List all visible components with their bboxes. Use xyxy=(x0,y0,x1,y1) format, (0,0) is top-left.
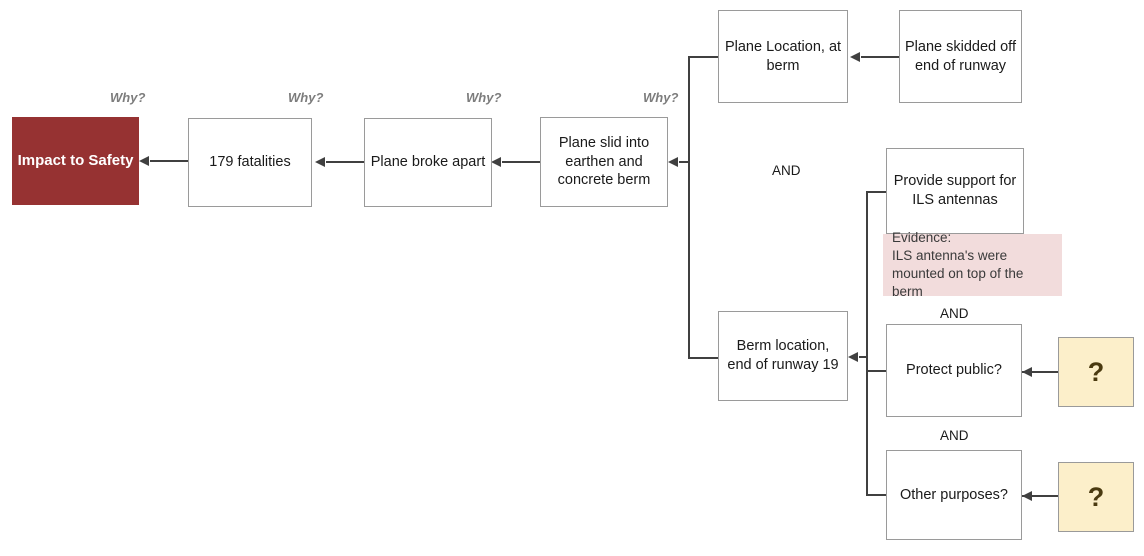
node-plane-location-at-berm-label: Plane Location, at berm xyxy=(724,38,842,74)
connector-providesupport-stub xyxy=(866,191,887,193)
node-179-fatalities[interactable]: 179 fatalities xyxy=(188,118,312,207)
node-plane-broke-apart-label: Plane broke apart xyxy=(370,154,486,171)
node-impact-to-safety[interactable]: Impact to Safety xyxy=(12,117,139,205)
node-protect-public-label: Protect public? xyxy=(906,362,1002,379)
connector-protectpublic-stub xyxy=(866,370,887,372)
node-plane-skidded-off-runway[interactable]: Plane skidded off end of runway xyxy=(899,10,1022,103)
arrowhead-to-bermlocation xyxy=(848,351,858,362)
arrowhead-to-planelocation xyxy=(850,51,860,62)
node-berm-location-runway-19-label: Berm location, end of runway 19 xyxy=(727,338,839,373)
node-other-purposes[interactable]: Other purposes? xyxy=(886,450,1022,540)
node-unknown-cause-1[interactable]: ? xyxy=(1058,337,1134,407)
arrowhead-to-otherpurposes xyxy=(1022,490,1032,501)
and-label-3: AND xyxy=(940,428,969,443)
node-unknown-cause-1-label: ? xyxy=(1087,356,1105,387)
node-berm-location-runway-19[interactable]: Berm location, end of runway 19 xyxy=(718,311,848,401)
arrowhead-to-slidberm xyxy=(668,156,678,167)
node-plane-skidded-off-runway-label: Plane skidded off end of runway xyxy=(905,38,1016,74)
why-label-2: Why? xyxy=(288,90,324,105)
connector-and-junction-left-vertical xyxy=(688,56,690,359)
connector-otherpurposes-stub xyxy=(866,494,887,496)
diagram-canvas: Why? Why? Why? Why? AND AND AND Impact t… xyxy=(0,0,1144,556)
and-label-1: AND xyxy=(772,163,801,178)
node-179-fatalities-label: 179 fatalities xyxy=(209,154,291,171)
why-label-1: Why? xyxy=(110,90,146,105)
connector-and-junction-left-to-slidberm xyxy=(679,161,690,163)
arrowhead-to-brokeapart xyxy=(491,156,501,167)
node-plane-slid-into-berm-label: Plane slid into earthen and concrete ber… xyxy=(557,135,651,189)
node-impact-to-safety-label: Impact to Safety xyxy=(17,152,134,170)
why-label-3: Why? xyxy=(466,90,502,105)
node-provide-support-ils-antennas[interactable]: Provide support for ILS antennas xyxy=(886,148,1024,234)
node-other-purposes-label: Other purposes? xyxy=(899,486,1008,503)
why-label-4: Why? xyxy=(643,90,679,105)
note-evidence-ils-antennas-text: Evidence: ILS antenna's were mounted on … xyxy=(892,230,1024,299)
node-unknown-cause-2-label: ? xyxy=(1087,481,1105,512)
arrowhead-to-impact xyxy=(139,155,149,166)
node-plane-broke-apart[interactable]: Plane broke apart xyxy=(364,118,492,207)
node-unknown-cause-2[interactable]: ? xyxy=(1058,462,1134,532)
and-label-2: AND xyxy=(940,306,969,321)
node-plane-slid-into-berm[interactable]: Plane slid into earthen and concrete ber… xyxy=(540,117,668,207)
connector-skidded-to-planelocation xyxy=(861,56,899,58)
node-provide-support-ils-antennas-label: Provide support for ILS antennas xyxy=(893,173,1017,208)
connector-fatalities-to-impact xyxy=(150,160,188,162)
node-protect-public[interactable]: Protect public? xyxy=(886,324,1022,417)
node-plane-location-at-berm[interactable]: Plane Location, at berm xyxy=(718,10,848,103)
connector-brokeapart-to-fatalities xyxy=(326,161,364,163)
arrowhead-to-protectpublic xyxy=(1022,366,1032,377)
connector-and-junction-right-to-bermlocation xyxy=(859,356,867,358)
connector-bermlocation-stub xyxy=(688,357,719,359)
note-evidence-ils-antennas[interactable]: Evidence: ILS antenna's were mounted on … xyxy=(883,230,1062,299)
connector-and-junction-right-vertical xyxy=(866,191,868,496)
connector-planelocation-stub xyxy=(688,56,719,58)
arrowhead-to-fatalities xyxy=(315,156,325,167)
connector-slidberm-to-brokeapart xyxy=(502,161,540,163)
